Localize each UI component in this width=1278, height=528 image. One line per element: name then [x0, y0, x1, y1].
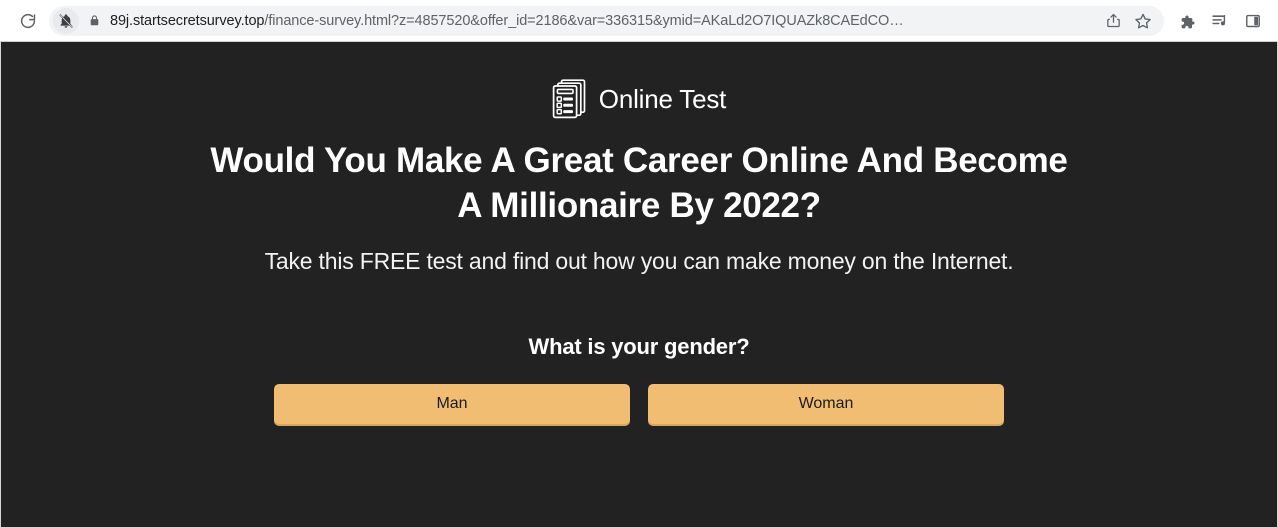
media-list-icon [1211, 15, 1225, 26]
notifications-blocked-button[interactable] [53, 7, 79, 34]
url-host: 89j.startsecretsurvey.top [110, 12, 265, 29]
star-icon [1135, 13, 1151, 29]
side-panel-icon [1246, 14, 1260, 27]
page-subheadline: Take this FREE test and find out how you… [264, 247, 1014, 274]
survey-page: Online Test Would You Make A Great Caree… [1, 42, 1277, 527]
page-headline: Would You Make A Great Career Online And… [210, 139, 1068, 229]
address-bar[interactable]: 89j.startsecretsurvey.top/finance-survey… [49, 5, 1164, 36]
share-icon [1106, 13, 1120, 28]
side-panel-button[interactable] [1238, 6, 1268, 36]
reload-button[interactable] [13, 6, 43, 36]
answer-button-man[interactable]: Man [274, 384, 630, 425]
brand: Online Test [552, 79, 726, 119]
gender-answer-group: Man Woman [274, 384, 1004, 425]
browser-toolbar: 89j.startsecretsurvey.top/finance-survey… [0, 0, 1278, 42]
browser-window: 89j.startsecretsurvey.top/finance-survey… [0, 0, 1278, 528]
extensions-button[interactable] [1172, 6, 1202, 36]
reading-list-button[interactable] [1204, 6, 1234, 36]
page-viewport: Online Test Would You Make A Great Caree… [0, 42, 1278, 528]
lock-icon[interactable] [85, 13, 103, 28]
share-button[interactable] [1098, 6, 1128, 36]
gender-question-label: What is your gender? [528, 334, 750, 360]
url-text: 89j.startsecretsurvey.top/finance-survey… [110, 6, 1096, 36]
brand-name: Online Test [598, 84, 727, 114]
headline-line-2: A Millionaire By 2022? [457, 185, 821, 225]
survey-document-icon [552, 79, 586, 119]
bookmark-button[interactable] [1128, 6, 1158, 36]
padlock-glyph [90, 15, 98, 26]
bell-slash-icon [59, 13, 73, 28]
reload-icon [20, 13, 36, 28]
answer-button-woman[interactable]: Woman [648, 384, 1004, 425]
url-path: /finance-survey.html?z=4857520&offer_id=… [264, 12, 904, 29]
puzzle-piece-icon [1181, 15, 1195, 28]
headline-line-1: Would You Make A Great Career Online And… [210, 141, 1068, 180]
